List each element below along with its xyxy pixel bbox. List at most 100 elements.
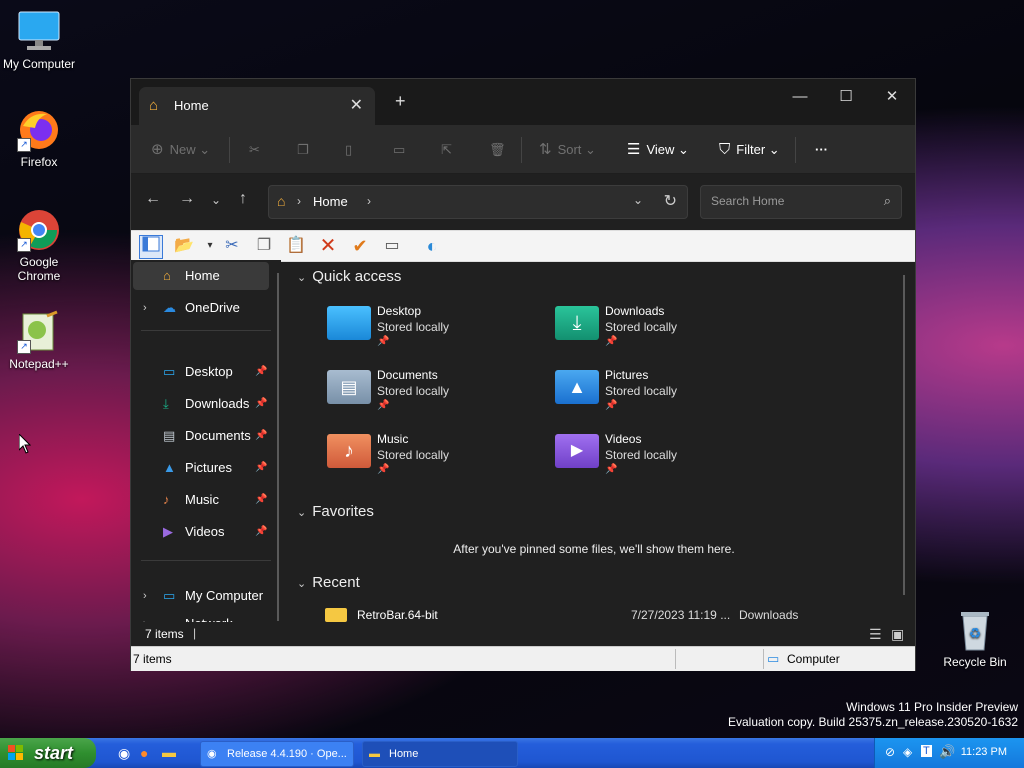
rename-field-icon[interactable]: ▭ — [381, 235, 403, 257]
quick-access-downloads[interactable]: ⤓ Downloads Stored locally 📌 — [555, 300, 755, 358]
shortcut-arrow-icon: ↗ — [17, 238, 31, 252]
keyboard-layout-icon[interactable]: T — [921, 745, 932, 757]
copy-icon[interactable]: ❐ — [253, 235, 275, 257]
paste-button[interactable]: ▯ — [345, 139, 352, 161]
start-button[interactable]: start — [0, 738, 96, 768]
tab-close-icon[interactable]: ✕ — [350, 95, 363, 115]
notification-icon[interactable]: ◈ — [903, 745, 912, 759]
taskbar-item-browser[interactable]: ◉ Release 4.4.190 · Ope... — [200, 741, 354, 767]
recycle-bin-icon: ♻ — [953, 608, 997, 652]
toolbar-divider — [229, 137, 230, 163]
taskbar-item-explorer[interactable]: ▬ Home — [362, 741, 518, 767]
content-scrollbar[interactable] — [903, 275, 905, 595]
pin-icon[interactable]: 📌 — [255, 454, 267, 482]
sidebar-item-onedrive[interactable]: › ☁ OneDrive — [131, 294, 271, 322]
filter-button[interactable]: ⛉ Filter ⌄ — [719, 139, 780, 161]
sidebar-item-videos[interactable]: ▶ Videos 📌 — [131, 518, 271, 546]
documents-folder-icon: ▤ — [327, 370, 371, 404]
more-options-button[interactable]: ··· — [815, 139, 828, 161]
copy-button[interactable]: ❐ — [297, 139, 309, 161]
sidebar-scrollbar[interactable] — [277, 273, 279, 621]
new-button[interactable]: ⊕ New ⌄ — [151, 139, 210, 161]
maximize-button[interactable]: ☐ — [823, 83, 869, 111]
rename-button[interactable]: ▭ — [393, 139, 405, 161]
cut-icon[interactable]: ✂ — [221, 235, 243, 257]
quick-access-documents[interactable]: ▤ Documents Stored locally 📌 — [327, 364, 527, 422]
sidebar-item-music[interactable]: ♪ Music 📌 — [131, 486, 271, 514]
folder-location: Stored locally — [605, 448, 678, 462]
new-tab-button[interactable]: + — [395, 91, 406, 112]
sidebar-item-desktop[interactable]: ▭ Desktop 📌 — [131, 358, 271, 386]
command-bar: ⊕ New ⌄ ✂ ❐ ▯ ▭ ⇱ 🗑 ⇅ Sort ⌄ ☰ View ⌄ ⛉ Filt… — [131, 125, 915, 174]
pin-icon[interactable]: 📌 — [255, 518, 267, 546]
copy-icon: ❐ — [297, 142, 309, 157]
chevron-right-icon[interactable]: › — [143, 610, 147, 622]
toolbar-divider — [521, 137, 522, 163]
address-bar[interactable]: ⌂ › Home › ⌄ ↻ — [268, 185, 688, 219]
chevron-right-icon[interactable]: › — [143, 582, 147, 610]
quick-access-desktop[interactable]: Desktop Stored locally 📌 — [327, 300, 527, 358]
close-window-button[interactable]: ✕ — [869, 83, 915, 111]
tiles-view-icon[interactable]: ▣ — [891, 626, 904, 643]
view-button[interactable]: ☰ View ⌄ — [627, 139, 689, 161]
music-note-icon: ♪ — [163, 492, 170, 507]
folder-options-dropdown-icon[interactable]: ▾ — [199, 235, 221, 257]
breadcrumb-home[interactable]: Home — [313, 194, 348, 209]
sort-button[interactable]: ⇅ Sort ⌄ — [539, 139, 596, 161]
recent-locations-chevron-icon[interactable]: ⌄ — [211, 193, 221, 207]
back-arrow-icon[interactable]: ← — [145, 190, 161, 208]
quick-access-music[interactable]: ♪ Music Stored locally 📌 — [327, 428, 527, 486]
chevron-right-icon[interactable]: › — [143, 294, 147, 322]
volume-icon[interactable]: 🔊 — [939, 744, 955, 760]
pin-icon: 📌 — [605, 400, 618, 411]
share-button[interactable]: ⇱ — [441, 139, 452, 161]
filter-label: Filter — [736, 142, 766, 157]
recent-file-row[interactable]: RetroBar.64-bit 7/27/2023 11:19 ... Down… — [325, 608, 905, 622]
up-arrow-icon[interactable]: ↑ — [239, 190, 247, 208]
details-view-icon[interactable]: ☰ — [869, 626, 882, 643]
network-status-icon[interactable]: ⊘ — [885, 745, 895, 759]
folder-options-icon[interactable]: 📂 — [173, 235, 195, 257]
delete-button[interactable]: 🗑 — [489, 139, 506, 161]
status-divider — [675, 649, 676, 669]
sidebar-item-documents[interactable]: ▤ Documents 📌 — [131, 422, 271, 450]
delete-x-icon[interactable]: ✕ — [317, 235, 339, 257]
sidebar-item-downloads[interactable]: ⤓ Downloads 📌 — [131, 390, 271, 418]
search-box[interactable]: ⌕ — [700, 185, 902, 219]
desktop-icon-notepadpp[interactable]: ↗ Notepad++ — [0, 310, 78, 371]
section-quick-access[interactable]: ⌄ Quick access — [297, 268, 401, 285]
forward-arrow-icon[interactable]: → — [179, 190, 195, 208]
checkmark-icon[interactable]: ✔ — [349, 235, 371, 257]
breadcrumb-separator-icon: › — [367, 194, 371, 208]
shell-icon[interactable]: ◐ — [421, 235, 443, 257]
desktop-icon-chrome[interactable]: ↗ Google Chrome — [0, 208, 78, 283]
quicklaunch-firefox-icon[interactable]: ● — [140, 745, 148, 761]
quicklaunch-chrome-icon[interactable]: ◉ — [118, 745, 130, 762]
sidebar-item-home[interactable]: ⌂ Home — [133, 262, 269, 290]
section-recent[interactable]: ⌄ Recent — [297, 574, 360, 591]
desktop-icon-recycle-bin[interactable]: ♻ Recycle Bin — [936, 608, 1014, 669]
pin-icon[interactable]: 📌 — [255, 358, 267, 386]
pin-icon[interactable]: 📌 — [255, 422, 267, 450]
sidebar-item-network[interactable]: › ▭ Network — [131, 610, 271, 622]
sidebar-item-pictures[interactable]: ▲ Pictures 📌 — [131, 454, 271, 482]
section-favorites[interactable]: ⌄ Favorites — [297, 503, 374, 520]
pin-icon[interactable]: 📌 — [255, 486, 267, 514]
address-dropdown-icon[interactable]: ⌄ — [633, 193, 643, 207]
quick-access-videos[interactable]: ▶ Videos Stored locally 📌 — [555, 428, 755, 486]
clock[interactable]: 11:23 PM — [961, 746, 1007, 758]
quicklaunch-explorer-icon[interactable]: ▬ — [162, 744, 176, 760]
tab-home[interactable]: ⌂ Home ✕ — [139, 87, 375, 125]
refresh-icon[interactable]: ↻ — [664, 191, 677, 211]
paste-icon[interactable]: 📋 — [285, 235, 307, 257]
desktop-icon-firefox[interactable]: ↗ Firefox — [0, 108, 78, 169]
minimize-button[interactable]: — — [777, 83, 823, 111]
navigation-pane-icon[interactable] — [139, 235, 163, 259]
start-label: start — [34, 743, 74, 763]
pin-icon[interactable]: 📌 — [255, 390, 267, 418]
quick-access-pictures[interactable]: ▲ Pictures Stored locally 📌 — [555, 364, 755, 422]
search-input[interactable] — [709, 193, 873, 209]
cut-button[interactable]: ✂ — [249, 139, 260, 161]
desktop-icon-my-computer[interactable]: My Computer — [0, 10, 78, 71]
sidebar-item-my-computer[interactable]: › ▭ My Computer — [131, 582, 271, 610]
